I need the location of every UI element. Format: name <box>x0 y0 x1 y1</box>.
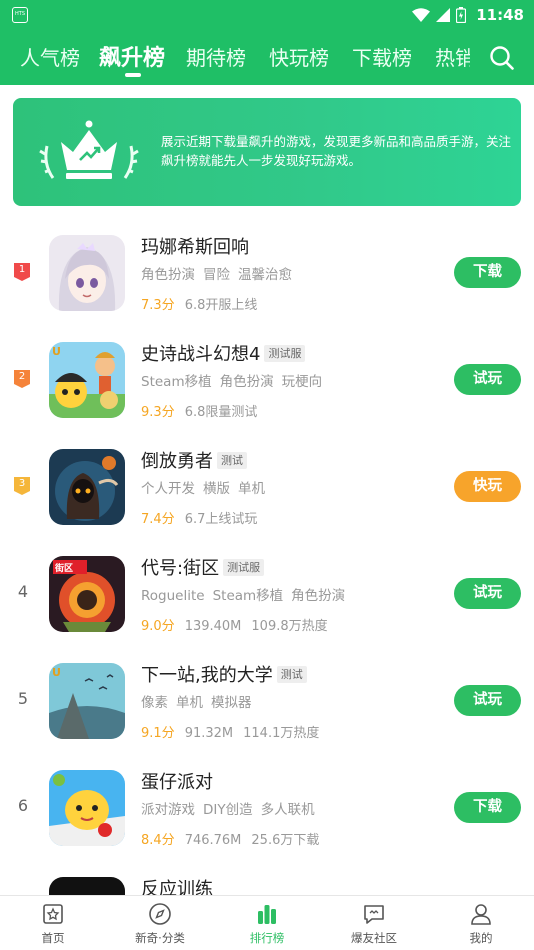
game-icon-next-stop-university[interactable]: U <box>49 663 125 739</box>
nav-community[interactable]: 爆友社区 <box>334 902 414 946</box>
test-tag: 测试 <box>217 451 247 469</box>
game-row[interactable]: 4 街区 代号:街区 测试服 Roguelite Steam移植 角色扮演 9.0分 1… <box>0 536 534 643</box>
status-bar: HTS 11:48 <box>0 0 534 30</box>
battery-icon <box>456 7 467 23</box>
game-row[interactable]: 3 倒放勇者 测试 个人开发 横版 单机 7.4分 6.7上线试玩 快玩 <box>0 429 534 536</box>
game-meta: 9.0分 139.40M 109.8万热度 <box>141 619 328 634</box>
search-icon <box>490 45 514 70</box>
test-server-tag: 测试服 <box>264 344 306 362</box>
game-meta: 9.1分 91.32M 114.1万热度 <box>141 726 320 741</box>
game-row[interactable]: 2 U 史诗战斗幻想4 测试服 Steam移植 角色扮演 玩梗向 9.3分 6.8限量测… <box>0 322 534 429</box>
compass-icon <box>149 903 171 925</box>
trial-play-button[interactable]: 试玩 <box>454 578 521 609</box>
tab-bestselling[interactable]: 热销 <box>435 42 475 71</box>
game-tags: 派对游戏 DIY创造 多人联机 <box>141 802 315 818</box>
game-icon-eggy-party[interactable] <box>49 770 125 846</box>
download-button[interactable]: 下载 <box>454 792 521 823</box>
game-score: 8.4分 <box>141 833 175 848</box>
test-tag: 测试 <box>276 665 307 683</box>
rank-number: 6 <box>17 796 29 815</box>
tab-anticipated[interactable]: 期待榜 <box>186 42 246 71</box>
game-name[interactable]: 玛娜希斯回响 <box>141 233 249 259</box>
nav-profile[interactable]: 我的 <box>441 902 521 946</box>
notification-app-icon: HTS <box>12 7 28 23</box>
tab-quick-play[interactable]: 快玩榜 <box>269 42 329 71</box>
game-name[interactable]: 倒放勇者 测试 <box>141 447 247 473</box>
rank-number: 4 <box>17 582 29 601</box>
trial-play-button[interactable]: 试玩 <box>454 364 521 395</box>
active-tab-indicator <box>125 73 141 77</box>
nav-home[interactable]: 首页 <box>13 902 93 946</box>
game-tags: Steam移植 角色扮演 玩梗向 <box>141 374 323 390</box>
search-button[interactable] <box>470 30 534 85</box>
bottom-navigation: 首页 新奇·分类 排行榜 爆友社区 我的 <box>0 895 534 950</box>
game-meta: 7.4分 6.7上线试玩 <box>141 512 258 527</box>
rank-badge-1: 1 <box>14 263 30 281</box>
game-name[interactable]: 史诗战斗幻想4 测试服 <box>141 340 306 366</box>
status-indicators: 11:48 <box>412 4 524 26</box>
game-score: 9.3分 <box>141 405 175 420</box>
download-button[interactable]: 下载 <box>454 257 521 288</box>
game-name[interactable]: 下一站,我的大学 测试 <box>141 661 307 687</box>
game-icon-code-street[interactable]: 街区 <box>49 556 125 632</box>
game-score: 9.0分 <box>141 619 175 634</box>
nav-discover-category[interactable]: 新奇·分类 <box>120 902 200 946</box>
svg-text:街区: 街区 <box>54 562 73 574</box>
game-row[interactable]: 6 蛋仔派对 派对游戏 DIY创造 多人联机 8.4分 746.76M 25.6万下载 … <box>0 750 534 857</box>
ranking-tabs: 人气榜 飙升榜 期待榜 快玩榜 下载榜 热销 <box>0 30 534 85</box>
game-row[interactable]: 5 U 下一站,我的大学 测试 像素 单机 模拟器 9.1分 91.32M 114.1万热… <box>0 643 534 750</box>
tab-downloads[interactable]: 下载榜 <box>352 42 412 71</box>
tab-rising[interactable]: 飙升榜 <box>99 40 165 72</box>
game-tags: 像素 单机 模拟器 <box>141 695 252 711</box>
tab-popular[interactable]: 人气榜 <box>20 42 80 71</box>
quick-play-button[interactable]: 快玩 <box>454 471 521 502</box>
test-server-tag: 测试服 <box>223 558 265 576</box>
rank-number: 5 <box>17 689 29 708</box>
game-tags: 角色扮演 冒险 温馨治愈 <box>141 267 292 283</box>
rank-badge-2: 2 <box>14 370 30 388</box>
rising-chart-banner: 展示近期下载量飙升的游戏，发现更多新品和高品质手游，关注飙升榜就能先人一步发现好… <box>13 98 521 206</box>
game-tags: 个人开发 横版 单机 <box>141 481 265 497</box>
game-icon-rewind-hero[interactable] <box>49 449 125 525</box>
game-name[interactable]: 蛋仔派对 <box>141 768 213 794</box>
chat-bubble-icon <box>364 905 384 924</box>
banner-description: 展示近期下载量飙升的游戏，发现更多新品和高品质手游，关注飙升榜就能先人一步发现好… <box>161 134 512 168</box>
game-name[interactable]: 代号:街区 测试服 <box>141 554 265 580</box>
crown-trophy-icon <box>39 120 139 179</box>
game-score: 9.1分 <box>141 726 175 741</box>
wifi-icon <box>412 8 431 22</box>
status-time: 11:48 <box>476 6 524 24</box>
cell-signal-icon <box>436 8 451 22</box>
game-score: 7.3分 <box>141 298 175 313</box>
game-meta: 7.3分 6.8开服上线 <box>141 298 258 313</box>
home-star-icon <box>43 904 63 924</box>
person-icon <box>471 904 491 925</box>
game-icon-manahis[interactable] <box>49 235 125 311</box>
rank-badge-3: 3 <box>14 477 30 495</box>
bar-chart-icon <box>258 905 276 924</box>
trial-play-button[interactable]: 试玩 <box>454 685 521 716</box>
game-icon-epic-battle-fantasy[interactable]: U <box>49 342 125 418</box>
game-meta: 9.3分 6.8限量测试 <box>141 405 258 420</box>
game-row[interactable]: 1 玛娜希斯回响 角色扮演 冒险 温馨治愈 7.3分 6.8开服上线 下载 <box>0 215 534 322</box>
svg-text:U: U <box>52 666 61 679</box>
game-meta: 8.4分 746.76M 25.6万下载 <box>141 833 320 848</box>
svg-text:U: U <box>52 345 61 358</box>
game-score: 7.4分 <box>141 512 175 527</box>
nav-rankings[interactable]: 排行榜 <box>227 902 307 946</box>
game-tags: Roguelite Steam移植 角色扮演 <box>141 588 346 604</box>
